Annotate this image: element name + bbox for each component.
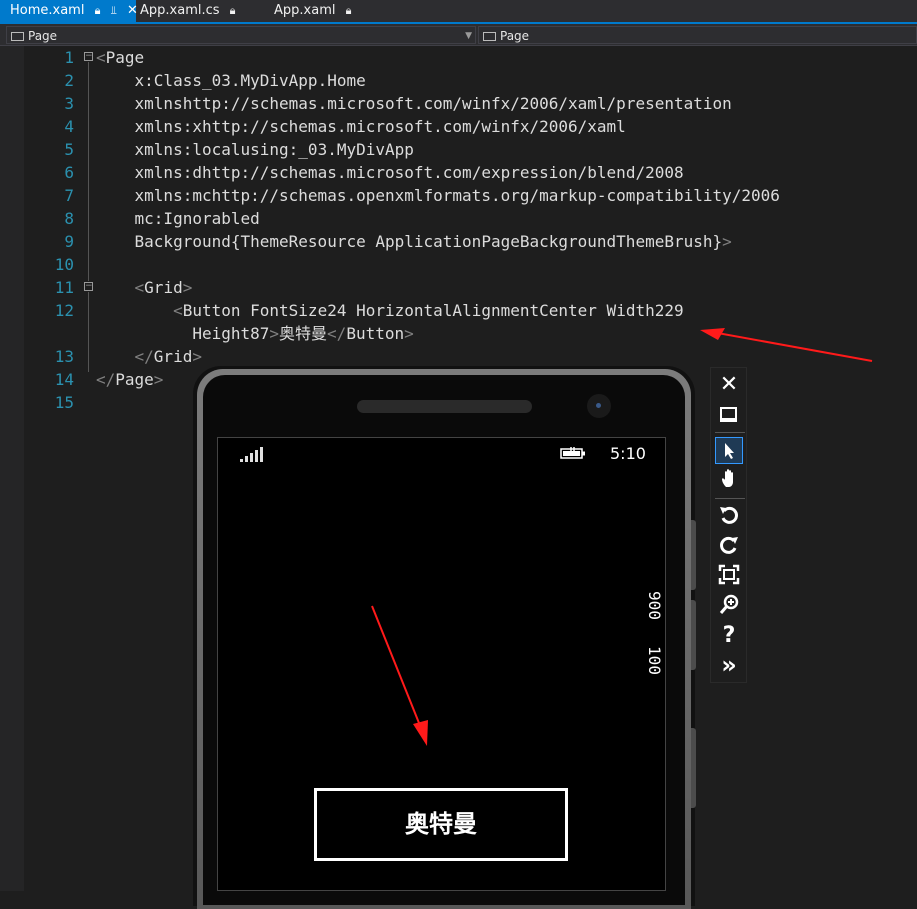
line-number: 11 — [54, 278, 74, 297]
pin-icon[interactable]: ⫫ — [111, 4, 117, 17]
collapse-page-icon[interactable]: − — [84, 52, 93, 61]
code-text: xmlns:localusing:_03.MyDivApp — [96, 140, 414, 159]
type-dropdown[interactable]: Page ▼ — [6, 26, 476, 44]
code-line[interactable]: 9 Background{ThemeResource ApplicationPa… — [0, 230, 917, 253]
code-text: xmlnshttp://schemas.microsoft.com/winfx/… — [96, 94, 732, 113]
line-number: 9 — [64, 232, 74, 251]
rotate-right-icon[interactable] — [715, 532, 743, 559]
code-line[interactable]: 3 xmlnshttp://schemas.microsoft.com/winf… — [0, 92, 917, 115]
member-dropdown[interactable]: Page — [478, 26, 917, 44]
close-tab-icon[interactable]: ✕ — [127, 3, 138, 18]
code-text: xmlns:mchttp://schemas.openxmlformats.or… — [96, 186, 780, 205]
line-number: 12 — [54, 301, 74, 320]
element-icon — [483, 32, 496, 41]
toolbar-separator — [715, 432, 745, 433]
minimize-icon[interactable] — [715, 401, 743, 428]
tab-label: App.xaml.cs — [140, 3, 220, 18]
line-number: 4 — [64, 117, 74, 136]
line-number: 3 — [64, 94, 74, 113]
code-line[interactable]: 11 <Grid> — [0, 276, 917, 299]
rotate-left-icon[interactable] — [715, 502, 743, 529]
signal-strength-icon — [240, 446, 268, 462]
expand-icon[interactable]: » — [715, 652, 743, 679]
navigation-bar: Page ▼ Page — [0, 24, 917, 46]
code-text: x:Class_03.MyDivApp.Home — [96, 71, 366, 90]
line-number: 6 — [64, 163, 74, 182]
line-number: 15 — [54, 393, 74, 412]
lock-icon: 🔒︎ — [229, 4, 236, 17]
code-text: <Button FontSize24 HorizontalAlignmentCe… — [173, 301, 684, 320]
code-line[interactable]: Height87>奥特曼</Button> — [0, 322, 917, 345]
line-number: 8 — [64, 209, 74, 228]
zoom-icon[interactable] — [715, 592, 743, 619]
code-text: <Page — [96, 48, 145, 67]
line-number: 13 — [54, 347, 74, 366]
tab-label: App.xaml — [274, 3, 336, 18]
code-line[interactable]: 10 — [0, 253, 917, 276]
line-number: 10 — [54, 255, 74, 274]
element-icon — [11, 32, 24, 41]
type-dropdown-value: Page — [28, 29, 58, 43]
close-icon[interactable]: ✕ — [715, 371, 743, 398]
chevron-down-icon: ▼ — [465, 31, 472, 41]
camera-button[interactable] — [691, 728, 696, 808]
code-line[interactable]: 13 </Grid> — [0, 345, 917, 368]
hand-icon[interactable] — [715, 467, 743, 494]
frame-counter-bottom: 100 — [644, 646, 664, 675]
code-line[interactable]: 5 xmlns:localusing:_03.MyDivApp — [0, 138, 917, 161]
line-number: 14 — [54, 370, 74, 389]
lock-icon: 🔒︎ — [345, 4, 352, 17]
toolbar-separator — [715, 498, 745, 499]
line-number: 7 — [64, 186, 74, 205]
tab-app-xaml-cs[interactable]: App.xaml.cs 🔒︎ — [140, 0, 236, 22]
code-line[interactable]: 8 mc:Ignorabled — [0, 207, 917, 230]
code-line[interactable]: 1 <Page — [0, 46, 917, 69]
frame-counter-top: 900 — [644, 591, 664, 620]
document-tab-strip: Home.xaml 🔒︎ ⫫ ✕ App.xaml.cs 🔒︎ App.xaml… — [0, 0, 917, 24]
tab-app-xaml[interactable]: App.xaml 🔒︎ — [274, 0, 351, 22]
camera-icon — [587, 394, 611, 418]
volume-button[interactable] — [691, 520, 696, 590]
code-line[interactable]: 6 xmlns:dhttp://schemas.microsoft.com/ex… — [0, 161, 917, 184]
code-text: xmlns:xhttp://schemas.microsoft.com/winf… — [96, 117, 626, 136]
battery-charging-icon — [560, 447, 585, 459]
code-text: <Grid> — [134, 278, 193, 297]
code-text: </Grid> — [134, 347, 202, 366]
fit-screen-icon[interactable] — [715, 562, 743, 589]
line-number: 1 — [64, 48, 74, 67]
phone-speaker — [357, 400, 532, 413]
lock-icon: 🔒︎ — [94, 4, 101, 17]
code-text: Background{ThemeResource ApplicationPage… — [96, 232, 732, 251]
status-time: 5:10 — [610, 444, 646, 463]
tab-label: Home.xaml — [10, 3, 85, 18]
help-icon[interactable]: ? — [715, 622, 743, 649]
code-line[interactable]: 2 x:Class_03.MyDivApp.Home — [0, 69, 917, 92]
power-button[interactable] — [691, 600, 696, 670]
pointer-icon[interactable] — [715, 437, 743, 464]
fold-guide — [88, 62, 89, 281]
code-text: </Page> — [96, 370, 164, 389]
ultraman-button[interactable]: 奥特曼 — [314, 788, 568, 861]
collapse-grid-icon[interactable]: − — [84, 282, 93, 291]
code-line[interactable]: 12 <Button FontSize24 HorizontalAlignmen… — [0, 299, 917, 322]
code-text: xmlns:dhttp://schemas.microsoft.com/expr… — [96, 163, 684, 182]
line-number: 2 — [64, 71, 74, 90]
code-line[interactable]: 7 xmlns:mchttp://schemas.openxmlformats.… — [0, 184, 917, 207]
fold-guide — [88, 292, 89, 372]
code-text: Height87>奥特曼</Button> — [96, 324, 414, 343]
tab-home-xaml[interactable]: Home.xaml 🔒︎ ⫫ ✕ — [0, 0, 138, 22]
code-line[interactable]: 4 xmlns:xhttp://schemas.microsoft.com/wi… — [0, 115, 917, 138]
member-dropdown-value: Page — [500, 29, 530, 43]
line-number: 5 — [64, 140, 74, 159]
emulator-toolbar: ✕ ? » — [710, 367, 747, 683]
code-text: mc:Ignorabled — [96, 209, 260, 228]
